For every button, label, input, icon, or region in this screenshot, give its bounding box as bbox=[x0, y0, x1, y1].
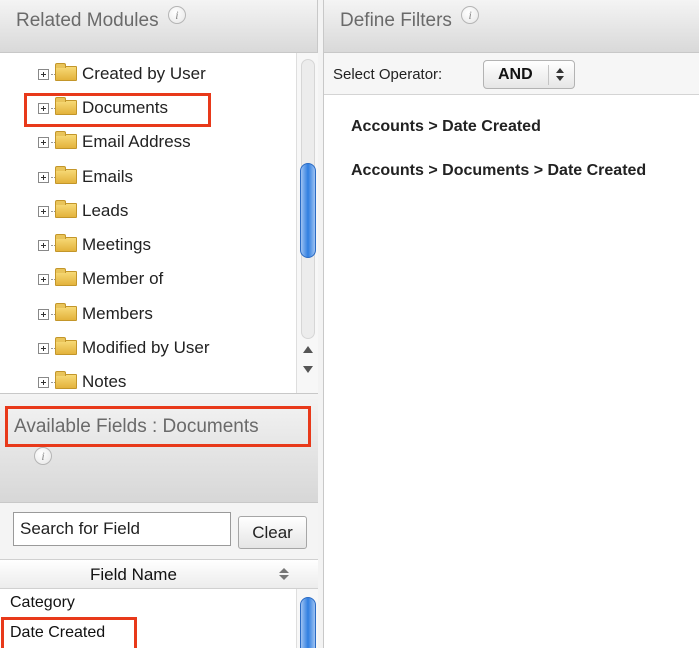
folder-icon bbox=[55, 337, 77, 355]
info-icon[interactable]: i bbox=[34, 447, 52, 465]
related-modules-tree: Created by User Documents Email Address … bbox=[0, 53, 296, 393]
tree-item-meetings[interactable]: Meetings bbox=[38, 234, 151, 259]
field-name-column-header[interactable]: Field Name bbox=[0, 560, 318, 589]
sort-icon[interactable] bbox=[279, 568, 289, 582]
folder-icon bbox=[55, 131, 77, 149]
tree-item-label: Created by User bbox=[82, 64, 206, 83]
available-fields-title: Available Fields : Documents bbox=[14, 416, 259, 437]
operator-select[interactable]: AND bbox=[483, 60, 575, 89]
expand-icon[interactable] bbox=[38, 172, 49, 183]
folder-icon bbox=[55, 166, 77, 184]
tree-item-label: Meetings bbox=[82, 235, 151, 254]
tree-item-emails[interactable]: Emails bbox=[38, 166, 134, 191]
tree-item-label: Documents bbox=[82, 98, 168, 117]
field-search-row: Clear bbox=[0, 503, 318, 560]
operator-value: AND bbox=[498, 66, 533, 83]
define-filters-title: Define Filters bbox=[340, 10, 452, 31]
tree-item-label: Notes bbox=[82, 372, 127, 391]
expand-icon[interactable] bbox=[38, 137, 49, 148]
tree-scrollbar[interactable] bbox=[296, 53, 318, 393]
folder-icon bbox=[55, 97, 77, 115]
expand-icon[interactable] bbox=[38, 377, 49, 388]
filter-accounts-date-created[interactable]: Accounts > Date Created bbox=[351, 118, 541, 136]
scroll-up-icon[interactable] bbox=[303, 346, 313, 353]
search-field-input[interactable] bbox=[13, 512, 231, 546]
field-list: Category Date Created bbox=[0, 589, 296, 648]
define-filters-header: Define Filters i bbox=[324, 0, 699, 53]
field-name-label: Field Name bbox=[90, 565, 177, 584]
folder-icon bbox=[55, 268, 77, 286]
tree-item-documents[interactable]: Documents bbox=[38, 97, 168, 122]
field-row-date-created[interactable]: Date Created bbox=[0, 619, 296, 648]
select-operator-label: Select Operator: bbox=[333, 66, 443, 83]
left-column: Related Modules i Created by User Docume… bbox=[0, 0, 318, 648]
folder-icon bbox=[55, 371, 77, 389]
tree-item-label: Email Address bbox=[82, 132, 191, 151]
tree-item-members[interactable]: Members bbox=[38, 303, 153, 328]
updown-arrows-icon bbox=[556, 68, 564, 82]
operator-bar: Select Operator: AND bbox=[324, 53, 699, 95]
scroll-down-icon[interactable] bbox=[303, 366, 313, 373]
scrollbar-thumb[interactable] bbox=[300, 163, 316, 258]
tree-item-label: Member of bbox=[82, 269, 164, 288]
tree-item-modified-by-user[interactable]: Modified by User bbox=[38, 337, 210, 362]
available-fields-header: Available Fields : Documents i bbox=[0, 393, 318, 503]
tree-item-leads[interactable]: Leads bbox=[38, 200, 129, 225]
expand-icon[interactable] bbox=[38, 103, 49, 114]
scrollbar-thumb[interactable] bbox=[300, 597, 316, 648]
field-row-category[interactable]: Category bbox=[0, 589, 296, 618]
info-icon[interactable]: i bbox=[167, 6, 186, 24]
tree-item-label: Modified by User bbox=[82, 338, 210, 357]
tree-item-label: Members bbox=[82, 304, 153, 323]
select-separator bbox=[548, 65, 549, 85]
tree-item-email-address[interactable]: Email Address bbox=[38, 131, 191, 156]
tree-item-label: Emails bbox=[82, 167, 134, 186]
expand-icon[interactable] bbox=[38, 69, 49, 80]
expand-icon[interactable] bbox=[38, 274, 49, 285]
filter-accounts-documents-date-created[interactable]: Accounts > Documents > Date Created bbox=[351, 162, 646, 180]
related-modules-header: Related Modules i bbox=[0, 0, 317, 53]
tree-item-created-by-user[interactable]: Created by User bbox=[38, 63, 206, 88]
folder-icon bbox=[55, 234, 77, 252]
tree-item-notes[interactable]: Notes bbox=[38, 371, 127, 393]
tree-item-label: Leads bbox=[82, 201, 129, 220]
expand-icon[interactable] bbox=[38, 343, 49, 354]
expand-icon[interactable] bbox=[38, 206, 49, 217]
folder-icon bbox=[55, 303, 77, 321]
tree-item-member-of[interactable]: Member of bbox=[38, 268, 164, 293]
right-column: Define Filters i Select Operator: AND Ac… bbox=[323, 0, 699, 648]
folder-icon bbox=[55, 200, 77, 218]
expand-icon[interactable] bbox=[38, 240, 49, 251]
info-icon[interactable]: i bbox=[461, 6, 480, 24]
clear-button[interactable]: Clear bbox=[238, 516, 307, 549]
folder-icon bbox=[55, 63, 77, 81]
expand-icon[interactable] bbox=[38, 309, 49, 320]
related-modules-title: Related Modules bbox=[16, 10, 159, 31]
field-list-scrollbar[interactable] bbox=[296, 589, 318, 648]
